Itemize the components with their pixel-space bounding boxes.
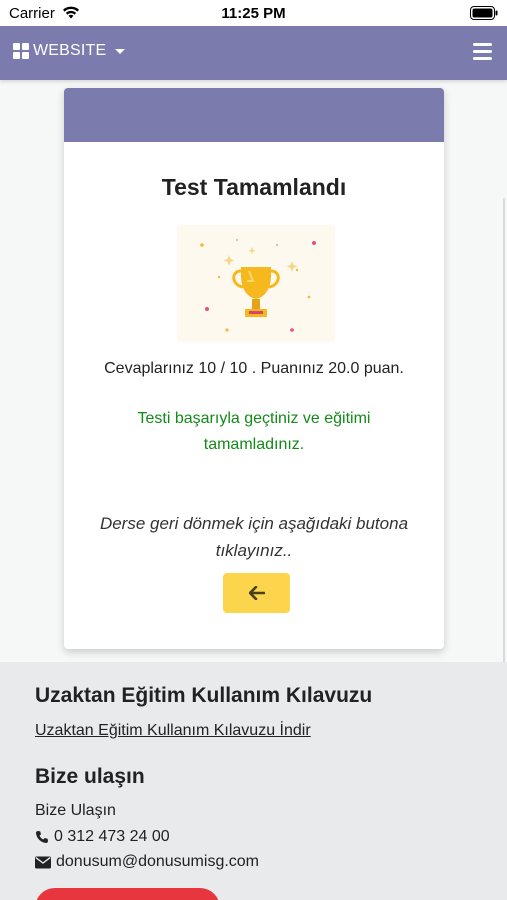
contact-heading: Bize ulaşın [35,765,145,788]
email-address: donusum@donusumisg.com [56,853,260,870]
phone-icon [36,831,48,843]
result-card: Test Tamamlandı Cevaplarınız 10 / 10 . P… [64,88,444,649]
back-button[interactable] [223,573,290,613]
caret-down-icon [115,49,126,54]
website-label: WEBSITE [33,42,107,59]
website-dropdown[interactable]: WEBSITE [13,42,126,60]
battery-icon [470,6,498,20]
footer: Uzaktan Eğitim Kullanım Kılavuzu Uzaktan… [0,662,507,900]
clock: 11:25 PM [221,5,286,22]
guide-download-link[interactable]: Uzaktan Eğitim Kullanım Kılavuzu İndir [35,722,311,740]
success-message: Testi başarıyla geçtiniz ve eğitimi tama… [137,410,371,453]
guide-heading: Uzaktan Eğitim Kullanım Kılavuzu [35,684,373,707]
grid-icon [13,43,29,59]
score-text: Cevaplarınız 10 / 10 . Puanınız 20.0 pua… [104,360,404,377]
email-row[interactable]: donusum@donusumisg.com [35,853,259,871]
phone-number: 0 312 473 24 00 [54,828,170,845]
trophy-image [177,225,335,342]
envelope-icon [35,856,51,868]
scroll-indicator [503,198,505,668]
return-instruction: Derse geri dönmek için aşağıdaki butona … [99,514,409,560]
hamburger-menu-button[interactable] [473,43,492,61]
status-bar: Carrier 11:25 PM [0,0,507,26]
phone-row[interactable]: 0 312 473 24 00 [35,828,170,846]
navbar: WEBSITE [0,26,507,80]
footer-action-button[interactable] [35,888,220,900]
card-header [64,88,444,142]
card-title: Test Tamamlandı [161,174,347,200]
contact-label: Bize Ulaşın [35,802,116,819]
arrow-left-icon [248,586,265,600]
